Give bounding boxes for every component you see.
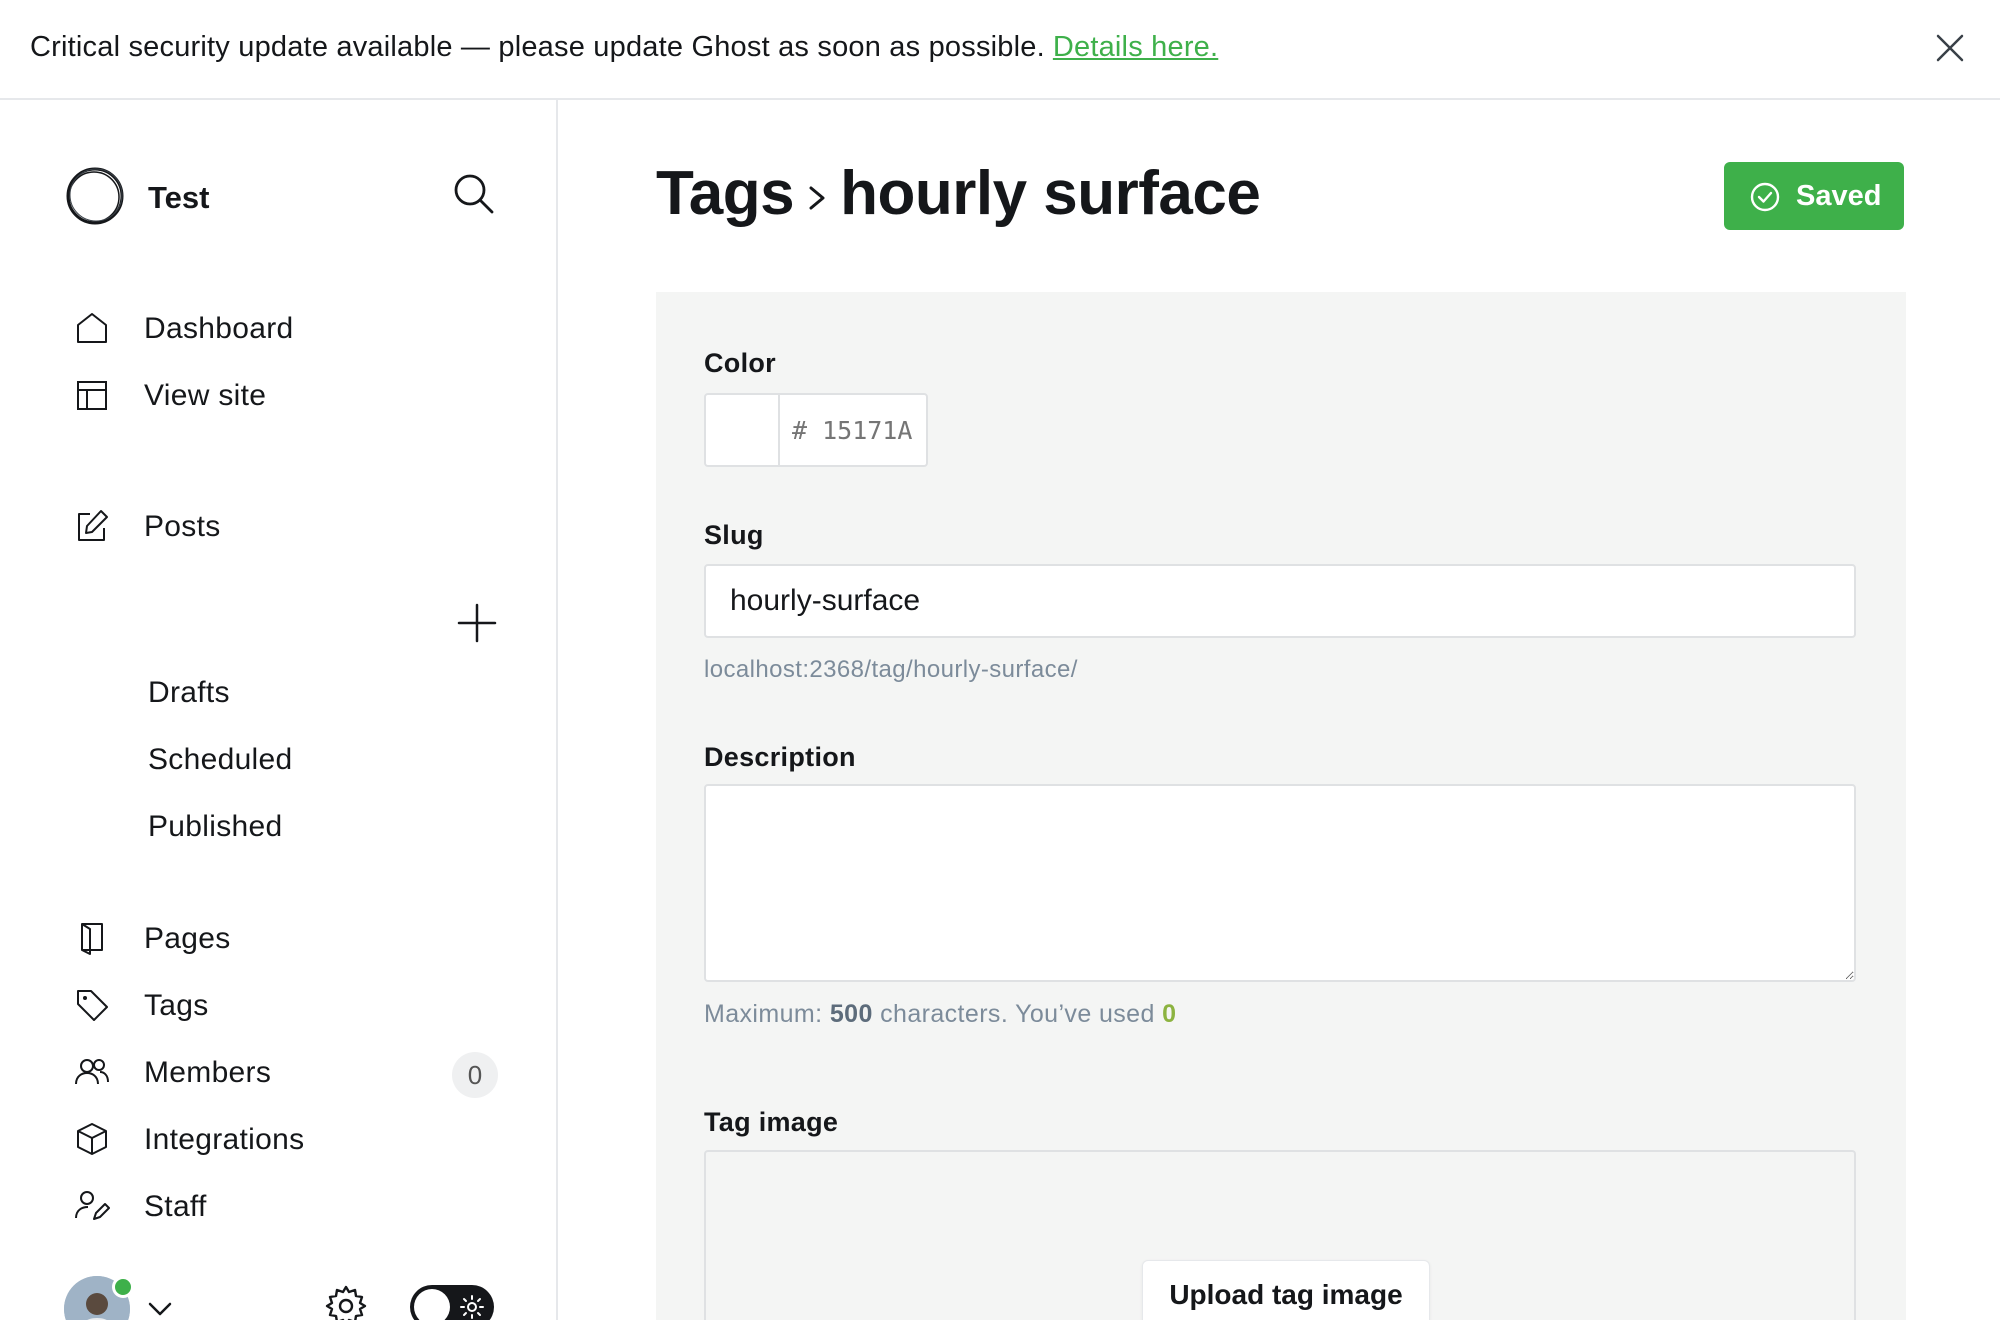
hint-prefix: Maximum: (704, 1000, 823, 1028)
sidebar-item-staff[interactable]: Staff (60, 1180, 510, 1232)
banner-text: Critical security update available — ple… (30, 31, 1218, 64)
save-button[interactable]: Saved (1724, 162, 1904, 230)
members-count-badge: 0 (452, 1052, 498, 1098)
page-icon (81, 923, 103, 955)
description-input[interactable] (704, 784, 1856, 982)
layout-icon (77, 381, 107, 410)
box-icon (77, 1123, 107, 1155)
sidebar-item-label: View site (144, 379, 267, 412)
sidebar-item-label: Dashboard (144, 312, 294, 345)
sidebar-item-tags[interactable]: Tags (60, 979, 510, 1031)
sidebar-item-dashboard[interactable]: Dashboard (60, 302, 510, 354)
sun-icon (460, 1295, 484, 1319)
tag-image-dropzone[interactable]: Upload tag image (704, 1150, 1856, 1320)
theme-toggle[interactable] (410, 1285, 494, 1320)
sidebar-item-label: Integrations (144, 1123, 305, 1156)
sidebar-subitem-drafts[interactable]: Drafts (148, 676, 230, 710)
site-logo-icon (66, 167, 124, 225)
sidebar-subitem-published[interactable]: Published (148, 810, 282, 844)
sidebar-item-members[interactable]: Members (60, 1046, 440, 1098)
slug-label: Slug (704, 520, 764, 550)
color-label: Color (704, 348, 776, 378)
edit-icon (78, 510, 108, 541)
color-hex-input[interactable] (780, 395, 926, 465)
check-circle-icon (1750, 182, 1780, 212)
chevron-down-icon[interactable] (146, 1298, 174, 1320)
staff-icon (75, 1191, 110, 1220)
sidebar: Test Dashboard View site Posts Drafts Sc… (0, 100, 558, 1320)
slug-input[interactable] (704, 564, 1856, 638)
sidebar-subitem-scheduled[interactable]: Scheduled (148, 743, 292, 777)
sidebar-item-view-site[interactable]: View site (60, 369, 510, 421)
tag-settings-form: Color Slug localhost:2368/tag/hourly-sur… (656, 292, 1906, 1320)
sidebar-item-posts[interactable]: Posts (60, 500, 440, 552)
hint-used-count: 0 (1162, 1000, 1177, 1028)
gear-icon[interactable] (324, 1284, 368, 1320)
sidebar-item-label: Posts (144, 510, 221, 543)
search-icon[interactable] (452, 172, 496, 216)
banner-message: Critical security update available — ple… (30, 31, 1045, 63)
site-name[interactable]: Test (148, 180, 209, 216)
security-update-banner: Critical security update available — ple… (0, 0, 2000, 100)
hint-max: 500 (829, 1000, 873, 1028)
theme-toggle-knob (414, 1289, 450, 1320)
breadcrumb: Tags hourly surface (656, 158, 1261, 229)
banner-details-link[interactable]: Details here. (1053, 31, 1218, 63)
chevron-right-icon (809, 186, 825, 210)
sidebar-item-label: Staff (144, 1190, 207, 1223)
hint-middle: characters. You’ve used (880, 1000, 1155, 1028)
slug-url-hint: localhost:2368/tag/hourly-surface/ (704, 656, 1078, 683)
sidebar-item-label: Tags (144, 989, 209, 1022)
page-title: hourly surface (840, 159, 1261, 228)
color-swatch[interactable] (706, 395, 780, 465)
sidebar-item-integrations[interactable]: Integrations (60, 1113, 510, 1165)
members-icon (75, 1059, 109, 1085)
home-icon (77, 313, 107, 343)
tag-image-label: Tag image (704, 1107, 839, 1137)
main-content: Tags hourly surface Saved Color Slug loca… (560, 100, 2000, 1320)
sidebar-item-label: Pages (144, 922, 231, 955)
tag-icon (77, 990, 108, 1021)
save-button-label: Saved (1796, 180, 1882, 212)
color-field (704, 393, 928, 467)
online-status-dot (112, 1276, 134, 1298)
sidebar-item-label: Members (144, 1056, 272, 1089)
add-post-icon[interactable] (456, 602, 498, 644)
close-icon[interactable] (1932, 30, 1968, 66)
breadcrumb-tags-link[interactable]: Tags (656, 159, 795, 228)
upload-tag-image-button[interactable]: Upload tag image (1142, 1260, 1430, 1320)
description-label: Description (704, 742, 856, 772)
sidebar-item-pages[interactable]: Pages (60, 912, 510, 964)
description-char-hint: Maximum: 500 characters. You’ve used 0 (704, 1000, 1176, 1029)
